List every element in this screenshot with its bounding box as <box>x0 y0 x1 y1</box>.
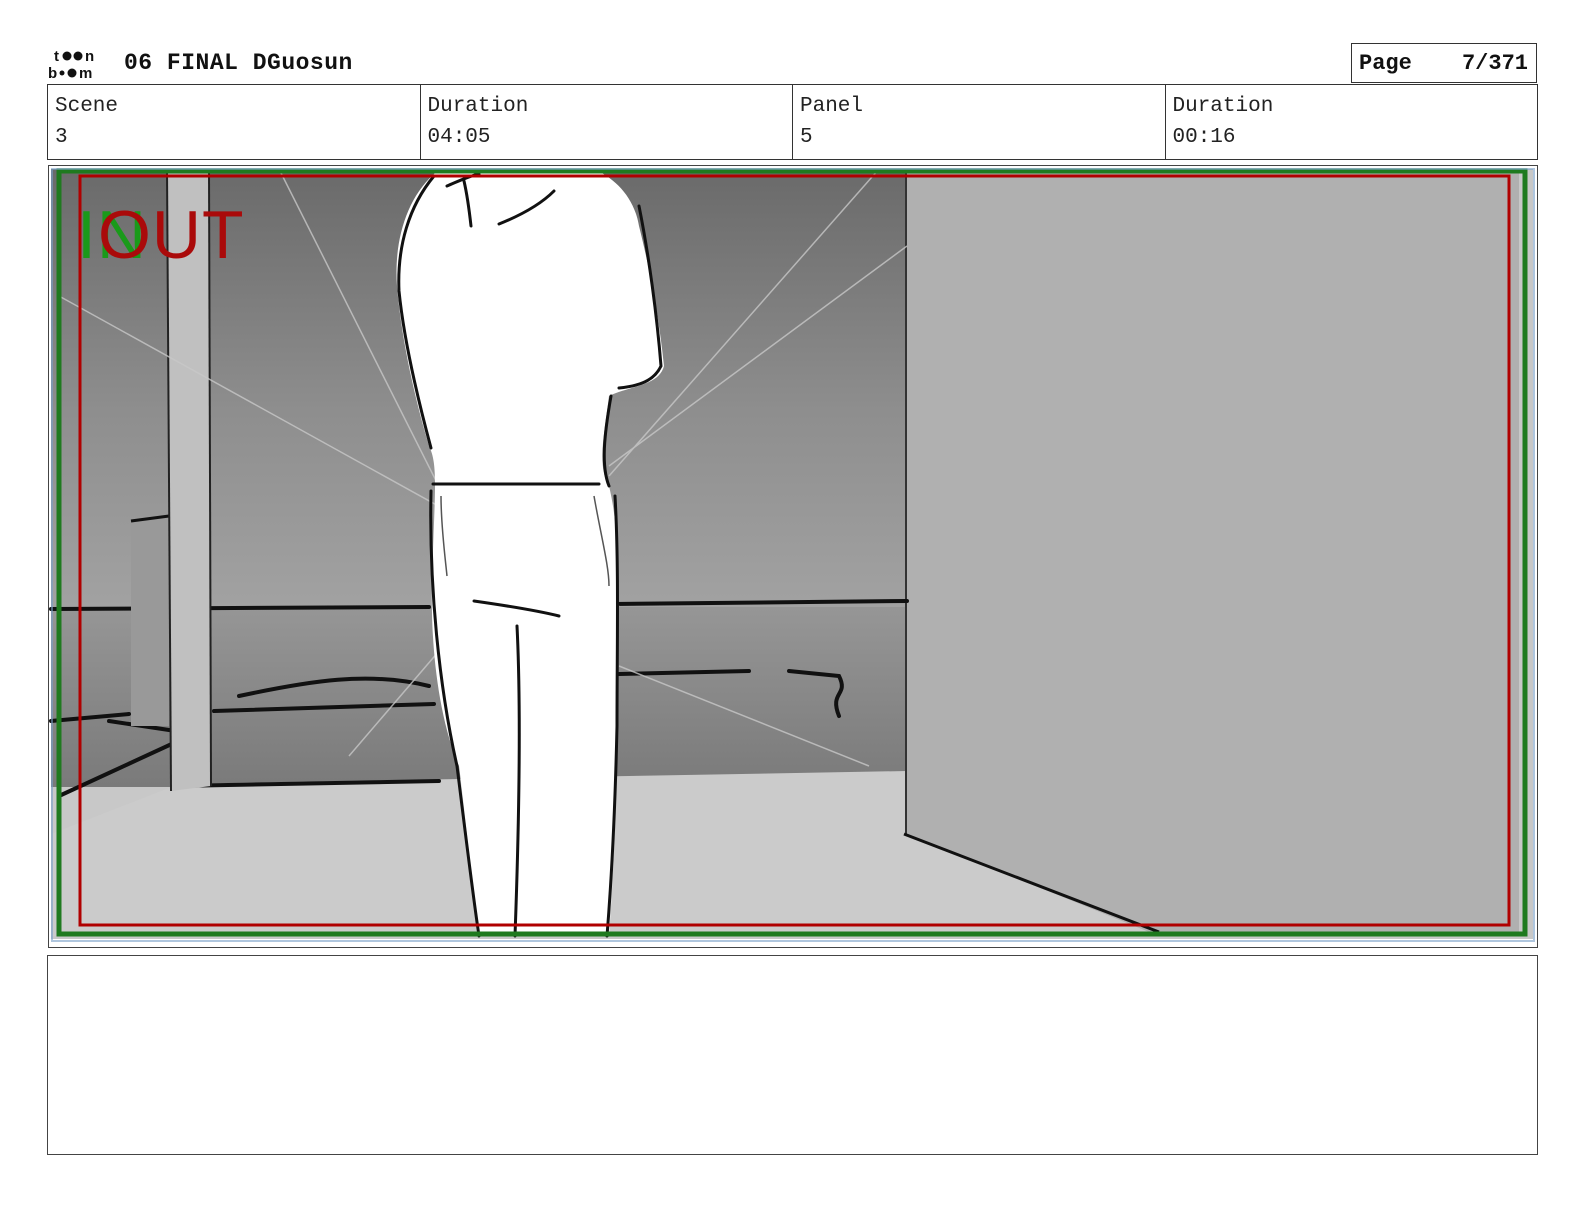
scene-duration-label: Duration <box>427 95 529 118</box>
scene-info-table: Scene 3 Duration 04:05 Panel 5 Duration … <box>47 84 1538 160</box>
document-title: 06 FINAL DGuosun <box>124 50 353 76</box>
toon-boom-logo: t n b m <box>48 48 106 80</box>
panel-notes-box[interactable] <box>47 955 1538 1155</box>
storyboard-panel: IN OUT <box>48 165 1538 948</box>
panel-duration-value: 00:16 <box>1172 126 1236 149</box>
panel-duration-cell: Duration 00:16 <box>1166 85 1538 159</box>
panel-cell: Panel 5 <box>793 85 1166 159</box>
scene-value: 3 <box>55 126 68 149</box>
svg-text:n: n <box>85 48 94 65</box>
out-frame-label: OUT <box>98 197 245 273</box>
scene-duration-cell: Duration 04:05 <box>421 85 793 159</box>
svg-text:m: m <box>79 65 92 80</box>
svg-text:t: t <box>54 48 59 65</box>
scene-duration-value: 04:05 <box>427 126 491 149</box>
panel-duration-label: Duration <box>1172 95 1274 118</box>
panel-label: Panel <box>800 95 864 118</box>
scene-cell: Scene 3 <box>48 85 421 159</box>
svg-text:b: b <box>48 65 57 80</box>
page-label: Page <box>1359 50 1412 76</box>
page-value: 7/371 <box>1461 50 1528 76</box>
page-indicator: Page 7/371 <box>1351 43 1537 83</box>
panel-value: 5 <box>800 126 813 149</box>
scene-label: Scene <box>55 95 119 118</box>
storyboard-sketch <box>49 166 1537 947</box>
